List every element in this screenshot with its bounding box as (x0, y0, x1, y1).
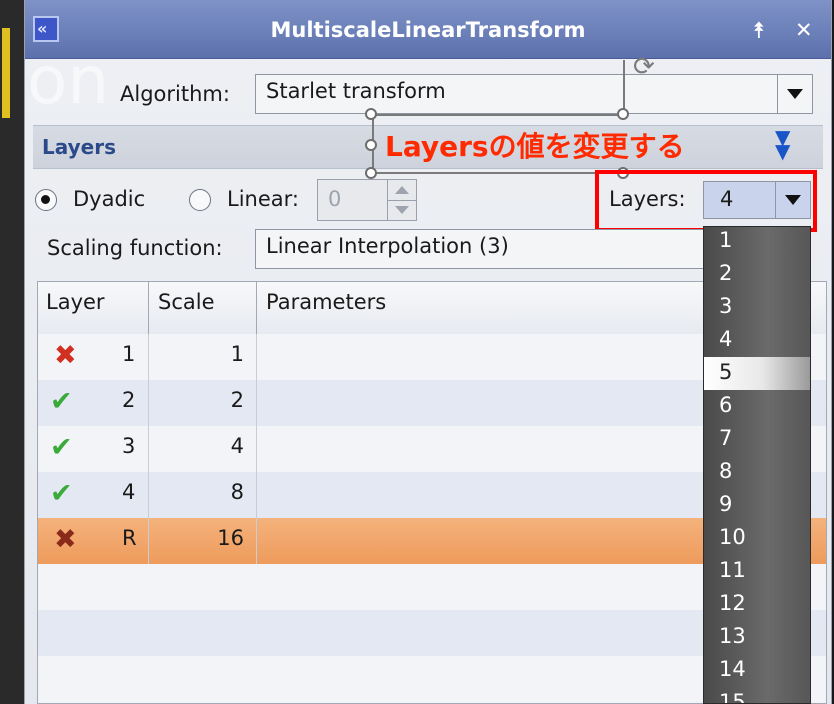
dropdown-option[interactable]: 1 (704, 227, 810, 258)
dropdown-option-label: 8 (719, 459, 733, 483)
layer-cell: 3 (122, 434, 136, 458)
scaling-function-value: Linear Interpolation (3) (266, 234, 509, 258)
dropdown-option[interactable]: 12 (704, 588, 810, 621)
header-divider (148, 282, 149, 334)
header-parameters[interactable]: Parameters (266, 290, 386, 314)
dropdown-option-label: 3 (719, 294, 733, 318)
annotation-highlight-box (595, 170, 817, 232)
dropdown-option-label: 2 (719, 261, 733, 285)
column-divider (148, 472, 149, 518)
header-divider (256, 282, 257, 334)
x-icon[interactable]: ✖ (54, 526, 77, 554)
column-divider (148, 518, 149, 564)
dropdown-option-label: 7 (719, 426, 733, 450)
dropdown-option-label: 11 (719, 558, 746, 582)
layers-dropdown-list[interactable]: 1 2 3 4 5 6 7 8 9 10 11 12 13 14 15 (703, 226, 811, 704)
algorithm-combo[interactable]: Starlet transform (255, 74, 813, 114)
algorithm-value: Starlet transform (266, 79, 446, 103)
dropdown-option[interactable]: 15 (704, 687, 810, 704)
spin-up-icon[interactable] (387, 180, 416, 201)
dropdown-option[interactable]: 2 (704, 258, 810, 291)
scale-cell: 4 (230, 434, 244, 458)
dropdown-option[interactable]: 8 (704, 456, 810, 489)
dropdown-option[interactable]: 5 (704, 357, 810, 390)
annotation-guide-bottom (373, 172, 623, 174)
dropdown-option[interactable]: 13 (704, 621, 810, 654)
dropdown-option-label: 4 (719, 327, 733, 351)
dropdown-option-label: 14 (719, 657, 746, 681)
check-icon[interactable]: ✔ (50, 480, 73, 508)
dropdown-option[interactable]: 4 (704, 324, 810, 357)
annotation-handle-ml[interactable] (365, 139, 377, 151)
scale-cell: 1 (230, 342, 244, 366)
dropdown-option-label: 10 (719, 525, 746, 549)
check-icon[interactable]: ✔ (50, 388, 73, 416)
dropdown-option-label: 5 (719, 360, 733, 384)
dropdown-option[interactable]: 14 (704, 654, 810, 687)
dropdown-option[interactable]: 6 (704, 390, 810, 423)
title-bar[interactable]: « MultiscaleLinearTransform ⯭ ✕ (25, 0, 831, 59)
layer-cell: 1 (122, 342, 136, 366)
column-divider (256, 334, 257, 380)
column-divider (256, 518, 257, 564)
window-title: MultiscaleLinearTransform (270, 18, 586, 42)
dropdown-option[interactable]: 9 (704, 489, 810, 522)
check-icon[interactable]: ✔ (50, 434, 73, 462)
dyadic-radio[interactable] (35, 189, 57, 211)
dyadic-label: Dyadic (73, 187, 146, 211)
dropdown-option[interactable]: 3 (704, 291, 810, 324)
chevron-down-icon[interactable] (777, 75, 812, 113)
annotation-guide-top (373, 114, 623, 116)
dropdown-option-label: 12 (719, 591, 746, 615)
column-divider (148, 334, 149, 380)
dropdown-option-label: 13 (719, 624, 746, 648)
linear-label: Linear: (227, 187, 299, 211)
dropdown-option-label: 9 (719, 492, 733, 516)
rotate-handle-icon[interactable]: ⟳ (633, 52, 655, 82)
linear-spinbox[interactable]: 0 (317, 179, 417, 221)
dropdown-option[interactable]: 11 (704, 555, 810, 588)
column-divider (256, 472, 257, 518)
layer-cell: R (122, 526, 137, 550)
annotation-text: Layersの値を変更する (385, 130, 685, 163)
scale-cell: 2 (230, 388, 244, 412)
x-icon[interactable]: ✖ (54, 342, 77, 370)
layers-section-label: Layers (42, 135, 116, 159)
layer-cell: 2 (122, 388, 136, 412)
dropdown-option[interactable]: 10 (704, 522, 810, 555)
column-divider (256, 426, 257, 472)
annotation-handle-tr[interactable] (617, 108, 629, 120)
edge-accent (2, 28, 10, 118)
annotation-handle-bl[interactable] (365, 167, 377, 179)
process-window: « MultiscaleLinearTransform ⯭ ✕ on Algor… (24, 0, 832, 704)
column-divider (256, 380, 257, 426)
dropdown-option-label: 6 (719, 393, 733, 417)
dropdown-option-label: 15 (719, 690, 746, 704)
column-divider (148, 380, 149, 426)
header-scale[interactable]: Scale (158, 290, 215, 314)
layer-cell: 4 (122, 480, 136, 504)
scale-cell: 16 (217, 526, 244, 550)
dropdown-option[interactable]: 7 (704, 423, 810, 456)
spin-down-icon[interactable] (387, 200, 416, 220)
section-collapse-icon[interactable]: ▼ ▼ (775, 127, 790, 161)
algorithm-label: Algorithm: (120, 82, 230, 106)
left-panel-edge (0, 0, 24, 704)
header-layer[interactable]: Layer (46, 290, 105, 314)
linear-radio[interactable] (189, 189, 211, 211)
scale-cell: 8 (230, 480, 244, 504)
background-watermark-text: on (27, 42, 110, 119)
linear-spinbox-value: 0 (328, 187, 342, 211)
dropdown-option-label: 1 (719, 228, 733, 252)
scaling-function-label: Scaling function: (47, 236, 223, 260)
annotation-handle-tl[interactable] (365, 108, 377, 120)
close-icon[interactable]: ✕ (795, 18, 813, 42)
column-divider (148, 426, 149, 472)
scaling-function-combo[interactable]: Linear Interpolation (3) (255, 229, 725, 269)
shade-icon[interactable]: ⯭ (753, 18, 766, 43)
